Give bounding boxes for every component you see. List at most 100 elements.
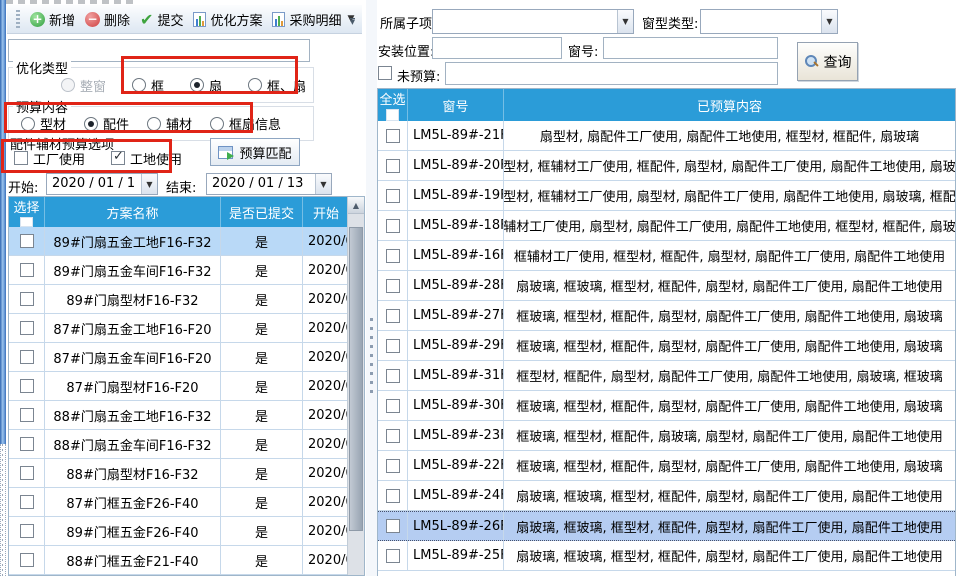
row-checkbox[interactable] (386, 489, 400, 503)
toolbar-grip[interactable] (16, 10, 20, 28)
radio-option[interactable]: 型材 (21, 114, 66, 133)
chevron-down-icon[interactable]: ▼ (617, 10, 633, 33)
scroll-up-icon[interactable]: ▲ (348, 197, 364, 214)
window-table-row[interactable]: LM5L-89#-19F17框型材, 框辅材工厂使用, 扇型材, 扇配件工厂使用… (378, 181, 955, 211)
plan-table-scrollbar[interactable]: ▲ (347, 197, 364, 575)
radio-icon[interactable] (210, 117, 224, 131)
row-checkbox[interactable] (20, 292, 34, 306)
row-checkbox[interactable] (386, 399, 400, 413)
row-checkbox[interactable] (386, 309, 400, 323)
window-table-row[interactable]: LM5L-89#-20F18框型材, 框辅材工厂使用, 框配件, 扇型材, 扇配… (378, 151, 955, 181)
chevron-down-icon[interactable]: ▼ (315, 174, 331, 194)
usage-checkbox-item[interactable]: 工厂使用 (14, 149, 85, 168)
window-table-row[interactable]: LM5L-89#-23F21框玻璃, 框型材, 框配件, 扇玻璃, 扇型材, 扇… (378, 421, 955, 451)
install-position-input[interactable] (432, 37, 562, 59)
window-table-row[interactable]: LM5L-89#-24F22扇玻璃, 框玻璃, 框型材, 框配件, 扇型材, 扇… (378, 481, 955, 511)
row-checkbox[interactable] (386, 189, 400, 203)
plan-table-row[interactable]: 88#门扇型材F16-F32是2020/0 (9, 459, 364, 488)
select-all-checkbox[interactable] (20, 217, 33, 227)
row-checkbox[interactable] (20, 437, 34, 451)
usage-checkbox-item[interactable]: 工地使用 (111, 149, 182, 168)
window-table-row[interactable]: LM5L-89#-27F25框玻璃, 框型材, 框配件, 扇型材, 扇配件工厂使… (378, 301, 955, 331)
query-button[interactable]: 查询 (797, 42, 858, 81)
radio-icon[interactable] (248, 78, 262, 92)
row-checkbox[interactable] (20, 408, 34, 422)
plan-table-row[interactable]: 89#门框五金F26-F40是2020/0 (9, 517, 364, 546)
row-checkbox[interactable] (20, 350, 34, 364)
window-table-row[interactable]: LM5L-89#-31F29框型材, 框配件, 扇型材, 扇配件工厂使用, 扇配… (378, 361, 955, 391)
submit-button[interactable]: ✔ 提交 (135, 7, 188, 32)
radio-option[interactable]: 辅材 (147, 114, 192, 133)
radio-option[interactable]: 扇 (190, 76, 222, 95)
checkbox-icon[interactable] (111, 151, 125, 165)
radio-option[interactable]: 配件 (84, 114, 129, 133)
plan-table-row[interactable]: 87#门扇五金车间F16-F20是2020/0 (9, 343, 364, 372)
row-checkbox[interactable] (386, 219, 400, 233)
plan-table-row[interactable]: 87#门扇型材F16-F20是2020/0 (9, 372, 364, 401)
chevron-down-icon[interactable]: ▼ (821, 10, 837, 33)
row-checkbox[interactable] (386, 549, 400, 563)
checkbox-icon[interactable] (14, 151, 28, 165)
start-date-header[interactable]: 开始 (303, 197, 349, 227)
radio-icon[interactable] (147, 117, 161, 131)
window-table-row[interactable]: LM5L-89#-29F27框玻璃, 框型材, 框配件, 扇型材, 扇配件工厂使… (378, 331, 955, 361)
window-table-row[interactable]: LM5L-89#-16F15框辅材工厂使用, 框型材, 框配件, 扇型材, 扇配… (378, 241, 955, 271)
radio-option[interactable]: 框扇信息 (210, 114, 281, 133)
dock-edge-grip[interactable] (0, 444, 6, 576)
radio-icon[interactable] (132, 78, 146, 92)
plan-table-row[interactable]: 89#门扇型材F16-F32是2020/0 (9, 285, 364, 314)
window-no-input[interactable] (603, 37, 778, 59)
unbudget-input[interactable] (445, 62, 778, 85)
row-checkbox[interactable] (20, 466, 34, 480)
add-button[interactable]: + 新增 (25, 7, 80, 32)
unbudget-checkbox[interactable] (378, 66, 392, 80)
row-checkbox[interactable] (386, 459, 400, 473)
row-checkbox[interactable] (20, 263, 34, 277)
plan-table-row[interactable]: 88#门扇五金车间F16-F32是2020/0 (9, 430, 364, 459)
plan-table-row[interactable]: 89#门扇五金工地F16-F32是2020/0 (9, 227, 364, 256)
row-checkbox[interactable] (386, 249, 400, 263)
radio-icon[interactable] (190, 78, 204, 92)
row-checkbox[interactable] (20, 524, 34, 538)
window-type-select[interactable]: ▼ (700, 9, 838, 34)
date-start-picker[interactable]: 2020 / 01 / 1 ▼ (46, 173, 158, 195)
row-checkbox[interactable] (20, 321, 34, 335)
window-table-row[interactable]: LM5L-89#-18F16框辅材工厂使用, 扇型材, 扇配件工厂使用, 扇配件… (378, 211, 955, 241)
row-checkbox[interactable] (386, 129, 400, 143)
window-table-row[interactable]: LM5L-89#-22F20框玻璃, 框型材, 框配件, 扇型材, 扇配件工厂使… (378, 451, 955, 481)
plan-table-row[interactable]: 88#门框五金F21-F40是2020/0 (9, 546, 364, 575)
row-checkbox[interactable] (386, 369, 400, 383)
window-table-row[interactable]: LM5L-89#-30F28框玻璃, 框型材, 框配件, 扇型材, 扇配件工厂使… (378, 391, 955, 421)
optimize-plan-button[interactable]: 优化方案 (188, 7, 267, 32)
plan-table-row[interactable]: 87#门扇五金工地F16-F20是2020/0 (9, 314, 364, 343)
toolbar-overflow-button[interactable]: ▼ (346, 11, 359, 31)
chevron-down-icon[interactable]: ▼ (141, 174, 157, 194)
budgeted-content-header[interactable]: 已预算内容 (504, 89, 955, 121)
submitted-header[interactable]: 是否已提交 (221, 197, 303, 227)
radio-icon[interactable] (84, 117, 98, 131)
check-all-checkbox[interactable] (386, 109, 399, 121)
row-checkbox[interactable] (386, 279, 400, 293)
radio-option[interactable]: 框、扇 (248, 76, 306, 95)
row-checkbox[interactable] (386, 339, 400, 353)
dock-edge-strip[interactable] (0, 0, 6, 444)
window-table-row[interactable]: LM5L-89#-28F26扇玻璃, 框玻璃, 框型材, 框配件, 扇型材, 扇… (378, 271, 955, 301)
row-checkbox[interactable] (20, 234, 34, 248)
window-no-header[interactable]: 窗号 (408, 89, 504, 121)
row-checkbox[interactable] (20, 379, 34, 393)
row-checkbox[interactable] (386, 429, 400, 443)
plan-table-row[interactable]: 89#门扇五金车间F16-F32是2020/0 (9, 256, 364, 285)
panel-splitter[interactable] (366, 0, 377, 576)
row-checkbox[interactable] (20, 553, 34, 567)
plan-name-header[interactable]: 方案名称 (45, 197, 221, 227)
budget-match-button[interactable]: 预算匹配 (210, 138, 300, 166)
plan-table-row[interactable]: 87#门框五金F26-F40是2020/0 (9, 488, 364, 517)
plan-table-row[interactable]: 88#门扇五金工地F16-F32是2020/0 (9, 401, 364, 430)
row-checkbox[interactable] (386, 519, 400, 533)
scrollbar-thumb[interactable] (349, 227, 363, 531)
window-table-row[interactable]: LM5L-89#-21F19扇型材, 扇配件工厂使用, 扇配件工地使用, 框型材… (378, 121, 955, 151)
date-end-picker[interactable]: 2020 / 01 / 13 ▼ (206, 173, 332, 195)
radio-icon[interactable] (21, 117, 35, 131)
window-table-row[interactable]: LM5L-89#-25F23扇玻璃, 框玻璃, 框型材, 框配件, 扇型材, 扇… (378, 541, 955, 571)
sub-item-select[interactable]: ▼ (432, 9, 634, 34)
